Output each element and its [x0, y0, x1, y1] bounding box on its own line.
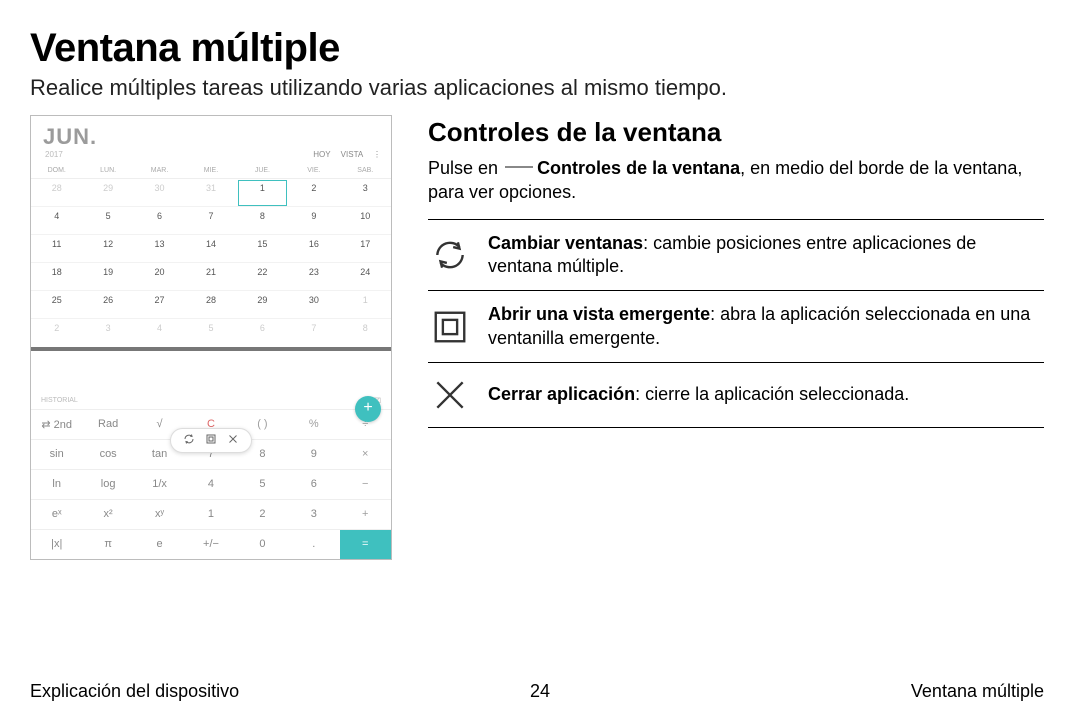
page-subtitle: Realice múltiples tareas utilizando vari…	[30, 75, 1044, 101]
calendar-fab: +	[355, 396, 381, 422]
page-title: Ventana múltiple	[30, 26, 1044, 71]
window-controls-pill	[170, 428, 252, 453]
section-heading: Controles de la ventana	[428, 117, 1044, 148]
calendar-link-view: VISTA	[341, 150, 363, 159]
calendar-link-today: HOY	[313, 150, 330, 159]
footer-left: Explicación del dispositivo	[30, 681, 239, 702]
swap-icon	[183, 433, 195, 448]
device-screenshot: JUN. 2017 HOY VISTA ⋮ DOM. LUN. MAR. MIE…	[30, 115, 392, 560]
close-icon	[430, 375, 470, 415]
page-footer: Explicación del dispositivo 24 Ventana m…	[0, 681, 1080, 702]
calculator-panel: HISTORIAL ⌫ ⇄ 2ndRad√C( )%÷sincostan789×…	[31, 351, 391, 560]
item-popup-view: Abrir una vista emergente: abra la aplic…	[428, 291, 1044, 363]
leader-line	[505, 166, 533, 168]
footer-right: Ventana múltiple	[911, 681, 1044, 702]
popup-icon	[430, 307, 470, 347]
item-swap-windows: Cambiar ventanas: cambie posiciones entr…	[428, 220, 1044, 292]
item-close-app: Cerrar aplicación: cierre la aplicación …	[428, 363, 1044, 428]
calendar-links: HOY VISTA ⋮	[305, 150, 381, 159]
intro-paragraph: Pulse en Controles de la ventana, en med…	[428, 156, 1044, 205]
calculator-history-label: HISTORIAL	[41, 397, 78, 405]
menu-dots-icon: ⋮	[373, 150, 381, 159]
popup-icon	[205, 433, 217, 448]
calendar-grid: DOM. LUN. MAR. MIE. JUE. VIE. SAB. 28293…	[31, 163, 391, 347]
calendar-year: 2017	[45, 150, 97, 159]
calendar-month: JUN.	[43, 124, 97, 149]
close-icon	[227, 433, 239, 448]
page-number: 24	[530, 681, 550, 702]
swap-icon	[430, 235, 470, 275]
